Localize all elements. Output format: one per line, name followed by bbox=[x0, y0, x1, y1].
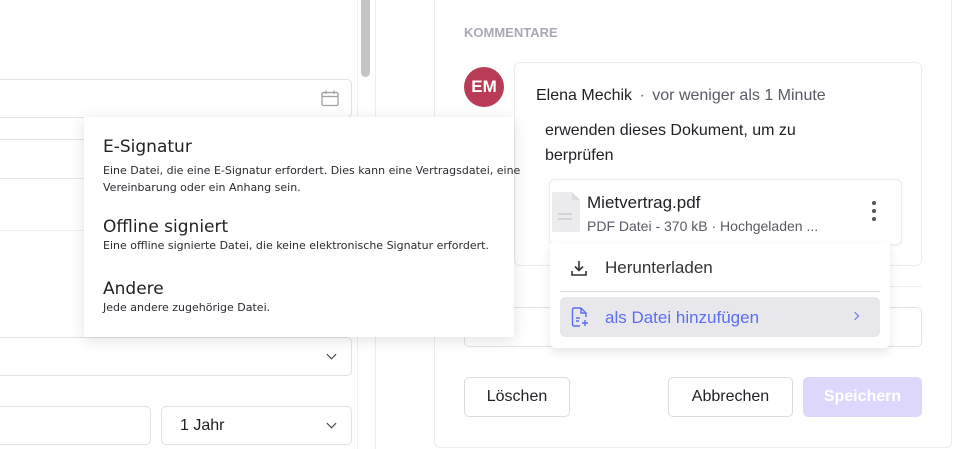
comment-bubble: Elena Mechik · vor weniger als 1 Minute … bbox=[514, 62, 922, 266]
separator: · bbox=[639, 87, 645, 104]
avatar: EM bbox=[464, 67, 504, 107]
delete-button[interactable]: Löschen bbox=[464, 377, 570, 417]
chevron-down-icon bbox=[326, 349, 337, 360]
duration-input[interactable] bbox=[0, 406, 151, 445]
option-description: Jede andere zugehörige Datei. bbox=[103, 301, 271, 314]
type-select[interactable] bbox=[0, 337, 352, 376]
option-e-signatur[interactable]: E-Signatur Eine Datei, die eine E-Signat… bbox=[84, 117, 520, 196]
comment-text-line: berprüfen bbox=[545, 147, 614, 164]
attachment-meta: PDF Datei - 370 kB · Hochgeladen ... bbox=[587, 218, 819, 234]
option-description: Eine Datei, die eine E-Signatur erforder… bbox=[103, 164, 521, 194]
save-button[interactable]: Speichern bbox=[803, 377, 922, 417]
avatar-initials: EM bbox=[471, 77, 497, 96]
menu-item-label: Herunterladen bbox=[605, 258, 713, 277]
date-field[interactable] bbox=[0, 79, 352, 118]
option-title: E-Signatur bbox=[103, 137, 192, 157]
type-dropdown: E-Signatur Eine Datei, die eine E-Signat… bbox=[84, 117, 520, 337]
attachment-name[interactable]: Mietvertrag.pdf bbox=[587, 193, 700, 213]
divider bbox=[560, 291, 880, 292]
comments-heading: KOMMENTARE bbox=[464, 25, 558, 40]
menu-item-download[interactable]: Herunterladen bbox=[560, 251, 880, 285]
attachment-menu: Herunterladen als Datei hinzufügen bbox=[550, 243, 890, 348]
comment-author: Elena Mechik bbox=[536, 87, 633, 104]
cancel-button[interactable]: Abbrechen bbox=[668, 377, 793, 417]
duration-select[interactable]: 1 Jahr bbox=[161, 406, 352, 445]
download-icon bbox=[571, 261, 587, 276]
chevron-right-icon bbox=[850, 311, 860, 321]
attachment-card[interactable]: Mietvertrag.pdf PDF Datei - 370 kB · Hoc… bbox=[549, 179, 902, 245]
option-title: Offline signiert bbox=[103, 217, 229, 237]
menu-item-label: als Datei hinzufügen bbox=[605, 308, 760, 327]
menu-item-add-as-file[interactable]: als Datei hinzufügen bbox=[560, 297, 880, 337]
comment-text-line: erwenden dieses Dokument, um zu bbox=[545, 122, 796, 139]
file-plus-icon bbox=[571, 307, 588, 327]
calendar-icon[interactable] bbox=[321, 90, 339, 107]
duration-select-value: 1 Jahr bbox=[180, 417, 225, 434]
chevron-down-icon bbox=[326, 418, 337, 429]
comment-time: vor weniger als 1 Minute bbox=[652, 87, 826, 104]
file-icon bbox=[552, 192, 580, 232]
more-options-icon[interactable] bbox=[870, 201, 878, 221]
option-description: Eine offline signierte Datei, die keine … bbox=[103, 239, 489, 252]
option-offline-signiert[interactable]: Offline signiert Eine offline signierte … bbox=[84, 217, 514, 254]
option-andere[interactable]: Andere Jede andere zugehörige Datei. bbox=[84, 279, 514, 316]
option-title: Andere bbox=[103, 279, 164, 299]
scrollbar-thumb[interactable] bbox=[361, 0, 370, 77]
